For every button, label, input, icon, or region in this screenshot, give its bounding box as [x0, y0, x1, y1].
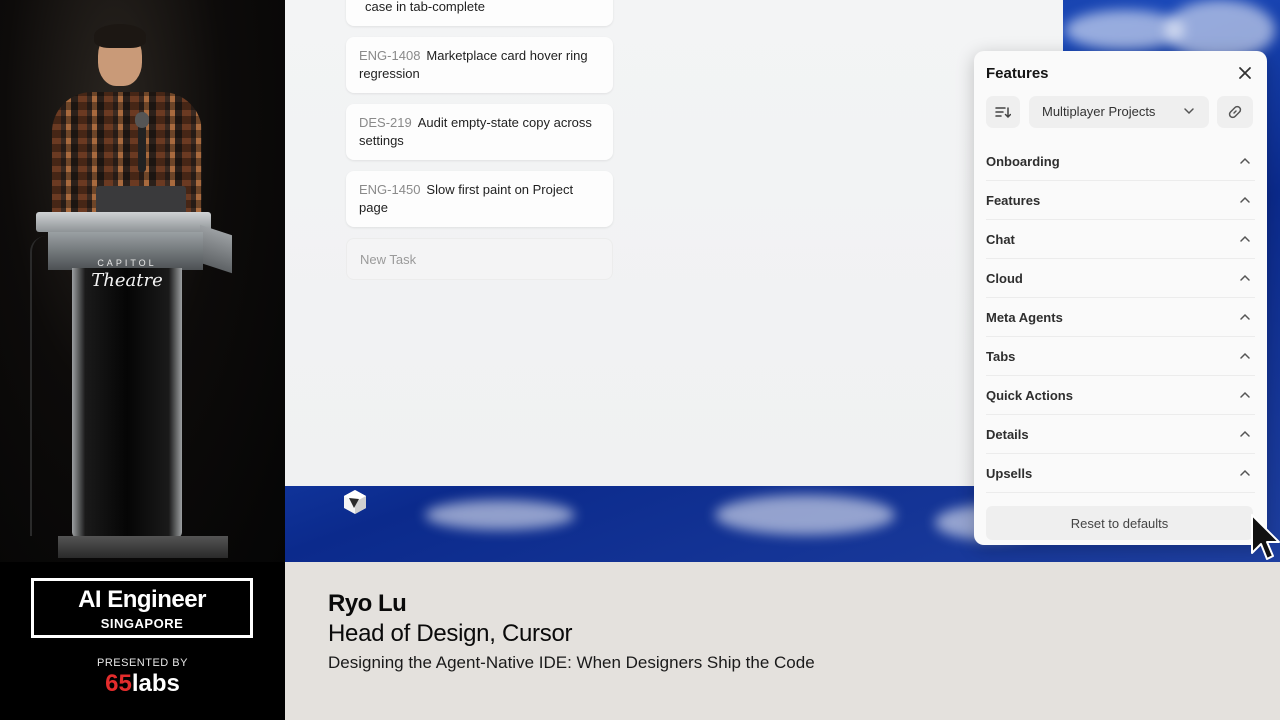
- task-id: ENG-1450: [359, 182, 421, 197]
- presented-by-label: PRESENTED BY: [97, 657, 188, 669]
- task-id: ENG-1408: [359, 48, 421, 63]
- podium-brand-bottom: Theatre: [91, 270, 163, 291]
- feature-sections: Onboarding Features Chat Cloud Meta Agen…: [974, 142, 1267, 493]
- section-chat[interactable]: Chat: [986, 220, 1255, 259]
- sponsor-logo: 65labs: [0, 670, 285, 698]
- speaker-name: Ryo Lu: [328, 590, 407, 617]
- chevron-up-icon: [1240, 235, 1250, 242]
- reset-to-defaults-button[interactable]: Reset to defaults: [986, 506, 1253, 540]
- wallpaper-cloud: [715, 495, 895, 535]
- lower-third: Ryo Lu Head of Design, Cursor Designing …: [285, 562, 1280, 720]
- chevron-up-icon: [1240, 469, 1250, 476]
- event-title: AI Engineer: [78, 586, 206, 613]
- chevron-up-icon: [1240, 157, 1250, 164]
- chevron-up-icon: [1240, 274, 1250, 281]
- mouse-pointer-icon: [1251, 514, 1280, 560]
- task-card[interactable]: ENG-1408 Marketplace card hover ring regr…: [346, 37, 613, 93]
- section-label: Chat: [986, 232, 1015, 247]
- section-meta-agents[interactable]: Meta Agents: [986, 298, 1255, 337]
- panel-toolbar: Multiplayer Projects: [986, 96, 1253, 128]
- section-label: Onboarding: [986, 154, 1060, 169]
- section-label: Meta Agents: [986, 310, 1063, 325]
- task-title: case in tab-complete: [365, 0, 485, 14]
- chevron-down-icon: [1184, 108, 1194, 115]
- section-label: Tabs: [986, 349, 1016, 364]
- talk-title: Designing the Agent-Native IDE: When Des…: [328, 653, 815, 672]
- section-features[interactable]: Features: [986, 181, 1255, 220]
- copy-link-button[interactable]: [1217, 96, 1253, 128]
- section-label: Details: [986, 427, 1029, 442]
- podium-column: [72, 268, 182, 538]
- event-subtitle: SINGAPORE: [100, 616, 184, 631]
- sort-button[interactable]: [986, 96, 1020, 128]
- section-label: Quick Actions: [986, 388, 1073, 403]
- chevron-up-icon: [1240, 352, 1250, 359]
- task-card[interactable]: case in tab-complete: [346, 0, 613, 26]
- sort-icon: [995, 107, 1011, 119]
- podium-wing: [200, 224, 232, 274]
- screen-share: case in tab-complete ENG-1408 Marketplace…: [285, 0, 1280, 562]
- event-logo: AI Engineer SINGAPORE: [31, 578, 253, 638]
- chevron-up-icon: [1240, 196, 1250, 203]
- section-onboarding[interactable]: Onboarding: [986, 142, 1255, 181]
- chevron-up-icon: [1240, 391, 1250, 398]
- laptop: [96, 186, 186, 214]
- features-panel: Features Multiplayer Projects Onboarding…: [974, 51, 1267, 545]
- chevron-up-icon: [1240, 313, 1250, 320]
- section-tabs[interactable]: Tabs: [986, 337, 1255, 376]
- link-icon: [1228, 105, 1242, 119]
- close-icon[interactable]: [1237, 65, 1253, 81]
- chevron-up-icon: [1240, 430, 1250, 437]
- cursor-logo-icon: [344, 490, 366, 514]
- section-details[interactable]: Details: [986, 415, 1255, 454]
- section-upsells[interactable]: Upsells: [986, 454, 1255, 493]
- section-cloud[interactable]: Cloud: [986, 259, 1255, 298]
- video-frame: CAPITOL Theatre AI Engineer SINGAPORE PR…: [0, 0, 1280, 720]
- project-select-value: Multiplayer Projects: [1042, 104, 1156, 119]
- section-label: Features: [986, 193, 1041, 208]
- event-branding: AI Engineer SINGAPORE PRESENTED BY 65lab…: [0, 562, 285, 720]
- section-label: Upsells: [986, 466, 1033, 481]
- app-window: case in tab-complete ENG-1408 Marketplace…: [285, 0, 1063, 486]
- wallpaper-cloud: [425, 500, 575, 530]
- section-quick-actions[interactable]: Quick Actions: [986, 376, 1255, 415]
- microphone-head: [135, 112, 149, 128]
- project-select[interactable]: Multiplayer Projects: [1029, 96, 1209, 128]
- new-task-input[interactable]: New Task: [346, 238, 613, 280]
- task-id: DES-219: [359, 115, 412, 130]
- speaker-camera-feed: CAPITOL Theatre: [0, 0, 285, 562]
- mic-cable: [30, 236, 46, 536]
- speaker-hair: [94, 24, 146, 48]
- panel-title: Features: [986, 65, 1049, 82]
- sponsor-number: 65: [105, 670, 132, 697]
- podium-top: [36, 212, 211, 232]
- podium-brand-top: CAPITOL: [97, 258, 157, 268]
- task-card[interactable]: ENG-1450 Slow first paint on Project page: [346, 171, 613, 227]
- task-card[interactable]: DES-219 Audit empty-state copy across set…: [346, 104, 613, 160]
- sponsor-word: labs: [131, 670, 180, 697]
- speaker-role: Head of Design, Cursor: [328, 620, 573, 647]
- section-label: Cloud: [986, 271, 1023, 286]
- podium-base: [58, 536, 228, 558]
